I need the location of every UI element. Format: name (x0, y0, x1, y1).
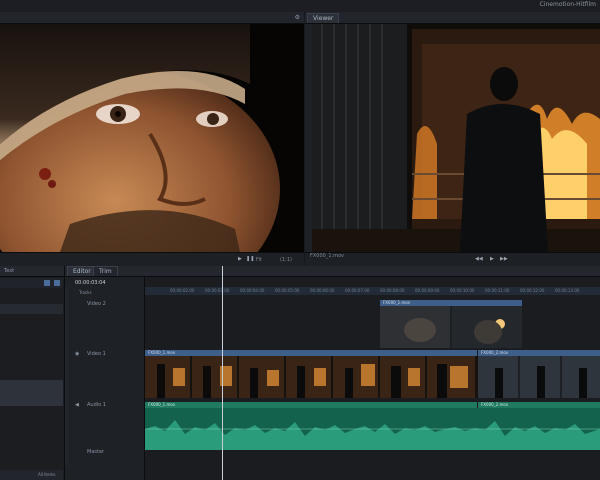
folder-icon[interactable] (54, 280, 60, 286)
ruler-label: 00:00:07:00 (345, 288, 370, 293)
media-header: Text (0, 266, 64, 277)
app-title: Cinemotion-Hitfilm (539, 1, 596, 8)
track-name-video-2: Video 2 (87, 301, 106, 307)
ruler-label: 00:00:02:00 (170, 288, 195, 293)
viewer-frame-fire (312, 24, 600, 252)
speaker-icon[interactable]: ◀ (75, 402, 79, 408)
track-name-audio-1: Audio 1 (87, 402, 106, 408)
time-ruler[interactable]: 00:00:02:00 00:00:03:00 00:00:04:00 00:0… (145, 287, 600, 295)
viewer-tool-strip (305, 24, 312, 252)
tab-trim[interactable]: Trim (93, 266, 118, 276)
eye-icon[interactable]: ◉ (75, 351, 79, 357)
list-item-selected[interactable] (0, 380, 63, 406)
playhead[interactable] (222, 266, 223, 480)
right-viewer-tabstrip: Viewer (305, 12, 600, 24)
clip-thumbnails (145, 356, 600, 398)
program-filename: FX000_1.mov (310, 253, 345, 259)
media-footer: All Items (0, 470, 63, 480)
viewer-frame-face (0, 24, 304, 252)
track-headers: 00:00:03:04 Tracks Video 2 Video 1 Audio… (65, 277, 145, 480)
track-name-master: Master (87, 449, 105, 455)
media-header-label: Text (4, 268, 15, 274)
fit-select[interactable]: Fit (256, 257, 262, 263)
left-viewer-tabstrip: ⚙ (0, 12, 304, 24)
tracks-label: Tracks (79, 290, 92, 295)
step-forward-icon[interactable]: ▶▶ (500, 256, 508, 262)
source-controls: ▶ ❚❚ Fit (1:1) (0, 252, 304, 266)
ruler-label: 00:00:13:00 (555, 288, 580, 293)
audio-waveform (145, 408, 600, 450)
program-viewer[interactable] (312, 24, 600, 252)
clip-video2[interactable]: FX000_1.mov (380, 300, 522, 348)
ruler-label: 00:00:06:00 (310, 288, 335, 293)
clip-video1[interactable]: FX000_1.mov FX000_2.mov (145, 350, 600, 398)
media-toolbar (0, 278, 63, 288)
gear-icon[interactable]: ⚙ (295, 14, 300, 21)
ruler-label: 00:00:08:00 (380, 288, 405, 293)
ruler-label: 00:00:11:00 (485, 288, 510, 293)
timeline-header: Editor Trim (65, 266, 600, 277)
ruler-label: 00:00:09:00 (415, 288, 440, 293)
play-icon[interactable]: ▶ (490, 256, 494, 262)
ruler-label: 00:00:12:00 (520, 288, 545, 293)
clip-thumbnails (380, 306, 522, 348)
play-icon[interactable]: ▶ (238, 256, 242, 262)
timeline-panel: Editor Trim 00:00:03:04 Tracks Video 2 V… (65, 266, 600, 480)
media-panel: Text All Items (0, 266, 65, 480)
ratio-select[interactable]: (1:1) (280, 257, 292, 263)
step-back-icon[interactable]: ◀◀ (475, 256, 483, 262)
ruler-label: 00:00:04:00 (240, 288, 265, 293)
ruler-label: 00:00:03:00 (205, 288, 230, 293)
source-viewer[interactable] (0, 24, 304, 252)
timecode: 00:00:03:04 (75, 280, 106, 286)
track-name-video-1: Video 1 (87, 351, 106, 357)
media-footer-label: All Items (38, 472, 56, 477)
ruler-label: 00:00:05:00 (275, 288, 300, 293)
ruler-label: 00:00:10:00 (450, 288, 475, 293)
list-item[interactable] (0, 304, 63, 314)
plus-icon[interactable] (44, 280, 50, 286)
timeline-tool-strip (65, 286, 68, 466)
program-controls: FX000_1.mov ◀◀ ▶ ▶▶ (305, 252, 600, 266)
pause-icon[interactable]: ❚❚ (246, 256, 254, 262)
clip-audio1[interactable]: FX000_1.mov FX000_2.mov (145, 402, 600, 450)
tab-viewer[interactable]: Viewer (307, 13, 340, 23)
